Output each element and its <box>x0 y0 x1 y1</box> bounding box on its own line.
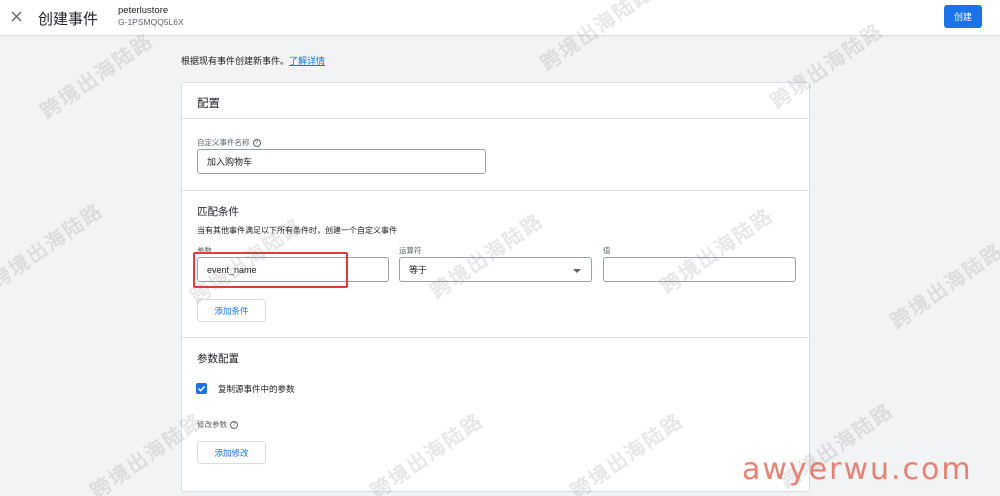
event-name-label: 自定义事件名称 ? <box>197 137 261 148</box>
config-card: 配置 自定义事件名称 ? 加入购物车 匹配条件 当有其他事件满足以下所有条件时，… <box>181 82 810 492</box>
operator-select-value: 等于 <box>409 265 428 275</box>
account-id: G-1PSMQQ5L6X <box>118 17 184 27</box>
match-conditions-description: 当有其他事件满足以下所有条件时，创建一个自定义事件 <box>197 226 397 235</box>
event-name-input[interactable]: 加入购物车 <box>197 149 486 174</box>
parameter-label: 参数 <box>197 246 212 255</box>
create-button[interactable]: 创建 <box>944 5 982 28</box>
divider <box>182 337 809 338</box>
account-name: peterlustore <box>118 5 169 16</box>
watermark-text: 跨境出海陆路 <box>37 29 158 124</box>
modify-params-label-text: 修改参数 <box>197 420 227 429</box>
watermark-text: 跨境出海陆路 <box>0 199 108 294</box>
config-title: 配置 <box>197 98 220 110</box>
copy-params-label: 复制源事件中的参数 <box>218 384 295 394</box>
watermark-text: 跨境出海陆路 <box>887 239 1000 334</box>
add-condition-button[interactable]: 添加条件 <box>197 299 266 322</box>
operator-select[interactable]: 等于 <box>399 257 592 282</box>
add-modification-button[interactable]: 添加修改 <box>197 441 266 464</box>
help-icon[interactable]: ? <box>252 138 261 147</box>
learn-more-link[interactable]: 了解详情 <box>289 56 325 66</box>
dropdown-arrow-icon <box>573 269 581 273</box>
value-input[interactable] <box>603 257 796 282</box>
value-label: 值 <box>603 246 611 255</box>
intro-text: 根据现有事件创建新事件。了解详情 <box>181 54 325 67</box>
modify-params-label: 修改参数 ? <box>197 419 238 430</box>
divider <box>182 190 809 191</box>
event-name-label-text: 自定义事件名称 <box>197 138 250 147</box>
parameter-config-title: 参数配置 <box>197 353 239 365</box>
intro-description: 根据现有事件创建新事件。 <box>181 56 290 66</box>
copy-params-checkbox[interactable] <box>196 383 207 394</box>
divider <box>182 118 809 119</box>
checkmark-icon <box>197 385 206 392</box>
operator-label: 运算符 <box>399 246 422 255</box>
close-button[interactable] <box>6 6 26 26</box>
match-conditions-title: 匹配条件 <box>197 206 239 218</box>
page-title: 创建事件 <box>38 11 99 28</box>
help-icon[interactable]: ? <box>230 420 238 429</box>
top-bar: 创建事件 peterlustore G-1PSMQQ5L6X 创建 <box>0 0 1000 36</box>
parameter-input[interactable]: event_name <box>197 257 389 282</box>
close-icon <box>11 11 21 21</box>
